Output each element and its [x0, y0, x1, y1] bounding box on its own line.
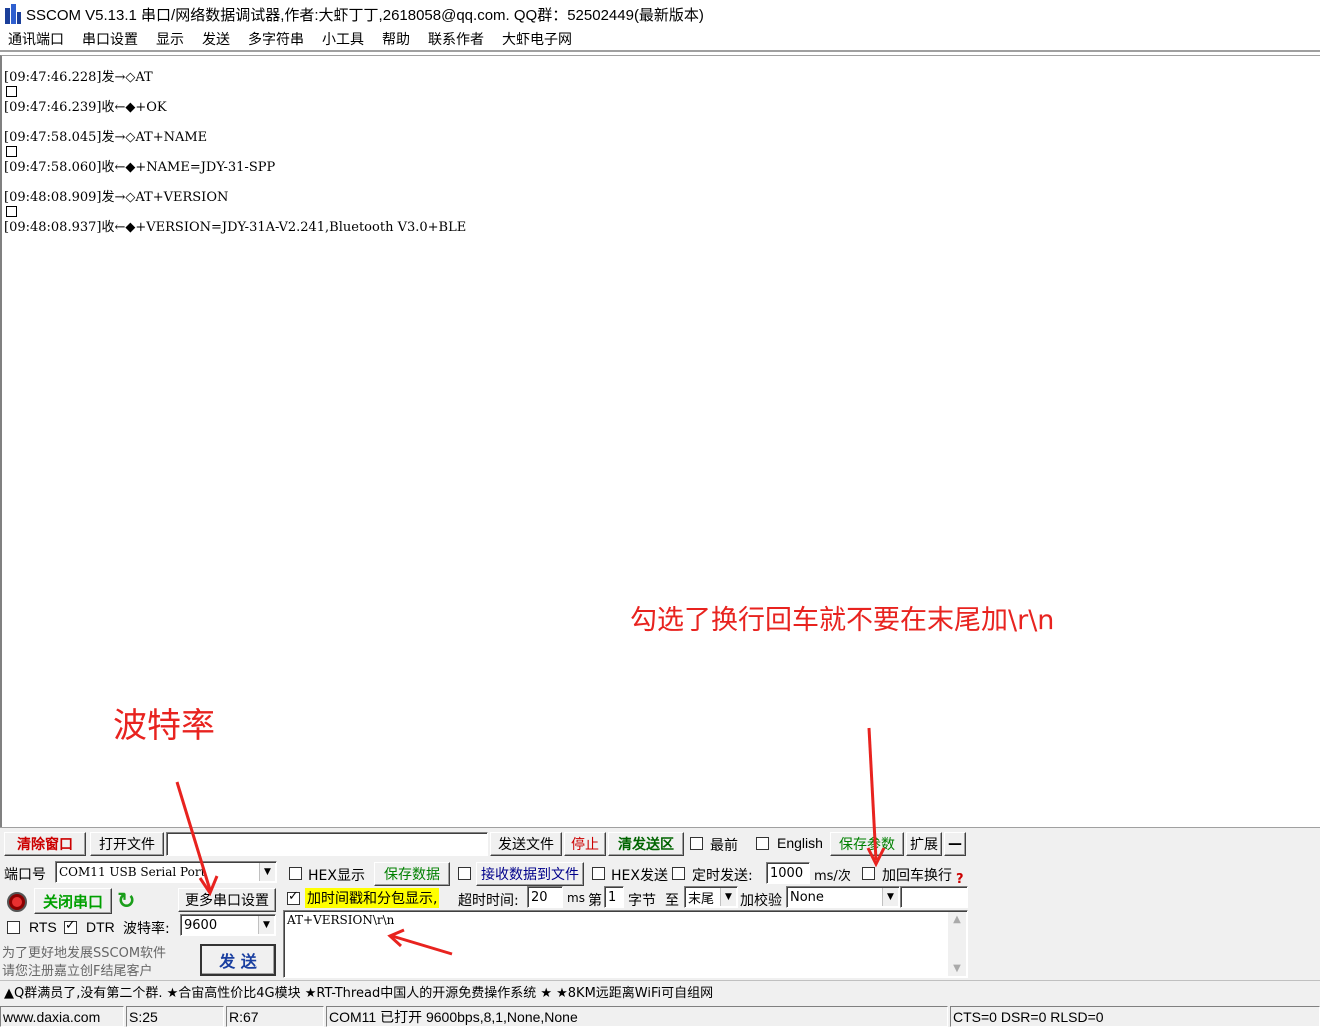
annotation-arrows	[175, 727, 886, 956]
status-site[interactable]: www.daxia.com	[0, 1006, 124, 1027]
news-ticker[interactable]: ▲Q群满员了,没有第二个群. ★合宙高性价比4G模块 ★RT-Thread中国人…	[0, 980, 1320, 1002]
status-port: COM11 已打开 9600bps,8,1,None,None	[326, 1006, 948, 1027]
status-lines: CTS=0 DSR=0 RLSD=0	[950, 1006, 1320, 1027]
status-bar: www.daxia.com S:25 R:67 COM11 已打开 9600bp…	[0, 1005, 1320, 1027]
status-recv: R:67	[226, 1006, 324, 1027]
status-sent: S:25	[126, 1006, 224, 1027]
